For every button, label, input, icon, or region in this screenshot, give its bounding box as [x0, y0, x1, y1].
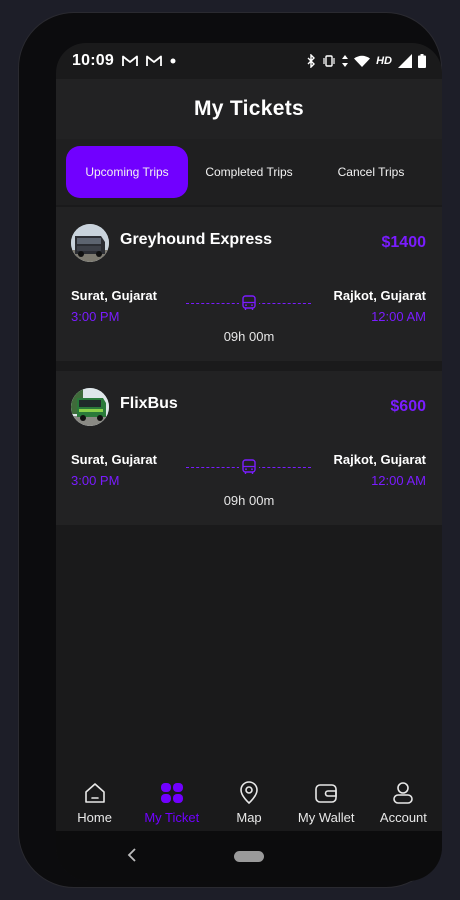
account-icon	[392, 781, 414, 805]
status-bar: 10:09 HD	[56, 43, 442, 79]
wifi-icon	[354, 55, 371, 67]
map-pin-icon	[238, 781, 260, 805]
header: My Tickets	[56, 79, 442, 139]
vibrate-icon	[322, 55, 336, 67]
hd-badge: HD	[376, 55, 392, 67]
trip-duration: 09h 00m	[223, 493, 275, 508]
phone-frame: 10:09 HD My Tickets Upcoming Trips Compl…	[18, 12, 442, 888]
ticket-icon	[160, 781, 184, 805]
home-icon	[84, 781, 106, 805]
arrival-city: Rajkot, Gujarat	[333, 452, 426, 467]
gmail-icon	[146, 55, 162, 67]
tab-cancel-trips[interactable]: Cancel Trips	[310, 146, 432, 198]
home-pill[interactable]	[234, 851, 264, 862]
back-icon[interactable]	[122, 845, 142, 865]
nav-label: Home	[77, 810, 112, 825]
bottom-nav: Home My Ticket Map My Wallet Account	[56, 769, 442, 831]
ticket-price: $600	[390, 398, 426, 415]
arrival-time: 12:00 AM	[371, 309, 426, 324]
nav-label: Account	[379, 810, 427, 825]
app-screen: 10:09 HD My Tickets Upcoming Trips Compl…	[56, 43, 442, 881]
data-arrows-icon	[342, 55, 349, 67]
nav-label: My Wallet	[297, 810, 355, 825]
nav-item-account[interactable]: Account	[365, 769, 442, 825]
bluetooth-icon	[306, 54, 316, 68]
gmail-icon	[122, 55, 138, 67]
bus-icon	[239, 293, 259, 313]
battery-icon	[418, 54, 426, 68]
departure-time: 3:00 PM	[71, 309, 120, 324]
wallet-icon	[314, 781, 338, 805]
nav-label: My Ticket	[144, 810, 200, 825]
trip-tabs: Upcoming Trips Completed Trips Cancel Tr…	[56, 139, 442, 205]
ticket-card[interactable]: FlixBus $600 Surat, Gujarat 3:00 PM Rajk…	[56, 371, 442, 525]
tab-upcoming-trips[interactable]: Upcoming Trips	[66, 146, 188, 198]
nav-item-map[interactable]: Map	[210, 769, 287, 825]
trip-duration: 09h 00m	[223, 329, 275, 344]
departure-city: Surat, Gujarat	[71, 288, 157, 303]
operator-name: FlixBus	[120, 395, 178, 412]
notification-dot-icon	[170, 58, 176, 64]
status-time: 10:09	[72, 52, 114, 69]
tab-completed-trips[interactable]: Completed Trips	[188, 146, 310, 198]
ticket-card[interactable]: Greyhound Express $1400 Surat, Gujarat 3…	[56, 207, 442, 361]
nav-item-my-wallet[interactable]: My Wallet	[288, 769, 365, 825]
departure-city: Surat, Gujarat	[71, 452, 157, 467]
nav-label: Map	[236, 810, 262, 825]
nav-item-my-ticket[interactable]: My Ticket	[133, 769, 210, 825]
arrival-time: 12:00 AM	[371, 473, 426, 488]
signal-icon	[398, 54, 412, 68]
departure-time: 3:00 PM	[71, 473, 120, 488]
nav-item-home[interactable]: Home	[56, 769, 133, 825]
operator-avatar	[71, 388, 109, 426]
ticket-price: $1400	[381, 234, 427, 251]
page-title: My Tickets	[194, 97, 304, 120]
system-nav-bar	[56, 831, 442, 881]
bus-icon	[239, 457, 259, 477]
operator-avatar	[71, 224, 109, 262]
operator-name: Greyhound Express	[120, 231, 273, 248]
arrival-city: Rajkot, Gujarat	[333, 288, 426, 303]
